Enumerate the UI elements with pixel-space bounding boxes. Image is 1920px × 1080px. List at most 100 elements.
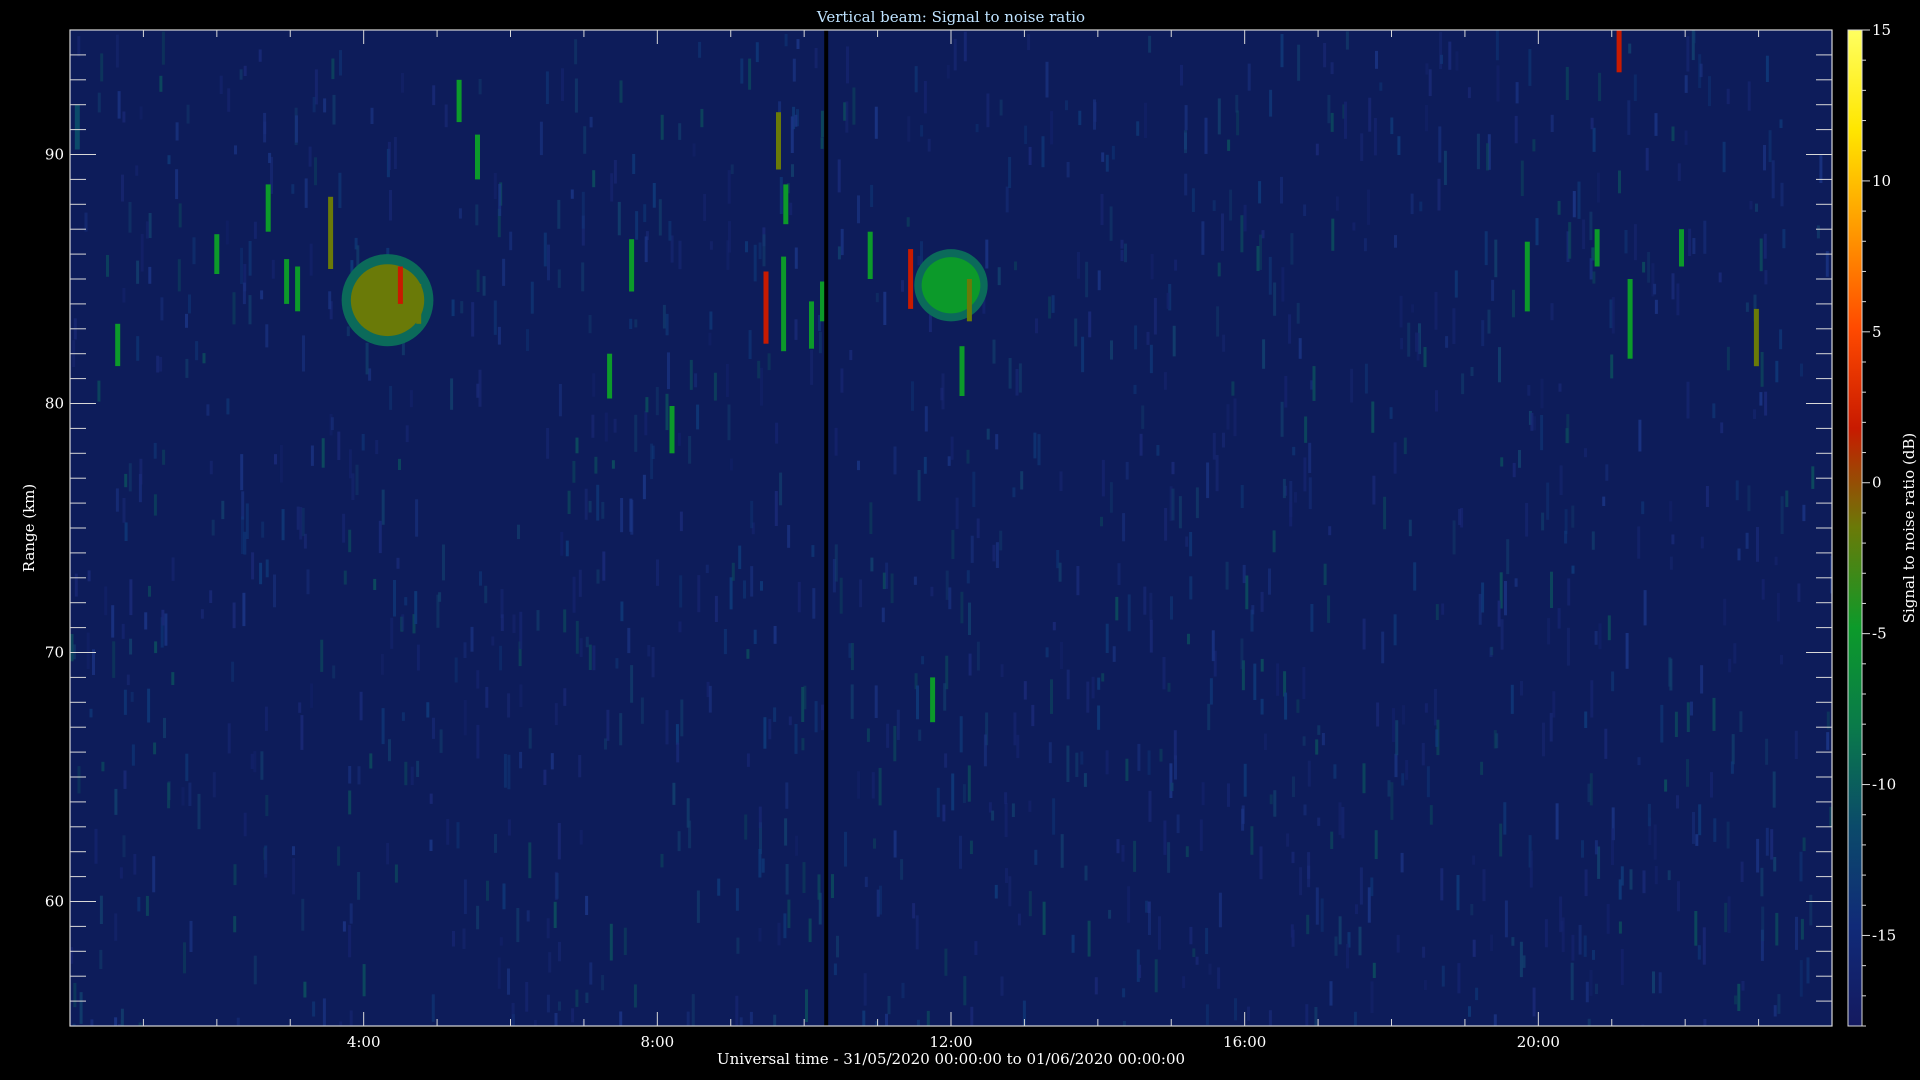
noise-cell	[758, 242, 762, 260]
noise-cell	[154, 641, 158, 654]
noise-cell	[758, 806, 762, 828]
noise-cell	[1345, 31, 1349, 50]
noise-cell	[1303, 204, 1307, 216]
noise-cell	[1051, 295, 1055, 313]
noise-cell	[546, 994, 550, 1013]
noise-cell	[122, 498, 126, 523]
noise-cell	[917, 255, 921, 266]
noise-cell	[696, 404, 700, 430]
noise-cell	[679, 511, 683, 532]
noise-cell	[700, 108, 704, 128]
noise-cell	[1370, 877, 1374, 897]
noise-cell	[265, 559, 269, 578]
noise-cell	[558, 941, 561, 962]
noise-cell	[1504, 581, 1507, 616]
noise-cell	[243, 812, 247, 837]
noise-cell	[162, 449, 166, 465]
noise-cell	[1552, 691, 1556, 718]
noise-cell	[389, 386, 393, 410]
data-gap-line	[824, 30, 829, 1026]
noise-cell	[668, 221, 672, 241]
noise-cell	[1407, 322, 1411, 357]
noise-cell	[1035, 318, 1038, 334]
noise-cell	[1286, 833, 1290, 847]
noise-cell	[1184, 173, 1188, 196]
noise-cell	[810, 349, 814, 385]
noise-cell	[1024, 125, 1028, 145]
noise-cell	[1022, 1000, 1026, 1026]
noise-cell	[1004, 792, 1008, 804]
noise-cell	[1770, 829, 1774, 860]
noise-cell	[1222, 432, 1225, 448]
noise-cell	[1643, 590, 1647, 626]
noise-cell	[365, 342, 369, 375]
noise-cell	[1122, 1021, 1126, 1026]
noise-cell	[148, 266, 152, 284]
echo-streak	[214, 234, 220, 274]
noise-cell	[308, 146, 312, 167]
noise-cell	[1212, 200, 1216, 211]
noise-cell	[161, 31, 165, 65]
noise-cell	[871, 772, 875, 799]
noise-cell	[1525, 503, 1529, 537]
noise-cell	[785, 864, 789, 895]
noise-cell	[1124, 243, 1127, 263]
noise-cell	[1018, 363, 1022, 393]
noise-cell	[302, 335, 305, 372]
noise-cell	[575, 989, 579, 1007]
noise-cell	[640, 697, 644, 724]
noise-cell	[1435, 604, 1439, 620]
noise-cell	[1606, 904, 1610, 934]
noise-cell	[1260, 698, 1264, 715]
noise-cell	[1109, 206, 1113, 241]
noise-cell	[1571, 505, 1575, 528]
noise-cell	[1144, 102, 1147, 138]
noise-cell	[273, 574, 276, 608]
noise-cell	[1620, 948, 1624, 986]
noise-cell	[1671, 126, 1675, 142]
noise-cell	[1550, 571, 1553, 608]
noise-cell	[426, 702, 430, 718]
noise-cell	[1008, 157, 1012, 188]
noise-cell	[1374, 830, 1378, 860]
noise-cell	[997, 267, 1001, 286]
noise-cell	[970, 535, 974, 563]
noise-cell	[1456, 875, 1460, 911]
noise-cell	[240, 247, 244, 285]
noise-cell	[185, 358, 189, 378]
noise-cell	[1708, 76, 1711, 107]
noise-cell	[1799, 960, 1803, 997]
noise-cell	[1170, 596, 1173, 620]
noise-cell	[1074, 318, 1078, 347]
noise-cell	[409, 390, 413, 408]
noise-cell	[1589, 970, 1593, 996]
noise-cell	[1189, 576, 1193, 600]
noise-cell	[1016, 734, 1020, 759]
noise-cell	[1594, 631, 1598, 645]
noise-cell	[714, 595, 718, 622]
noise-cell	[1776, 593, 1780, 622]
noise-cell	[343, 570, 347, 585]
noise-cell	[1258, 181, 1262, 204]
noise-cell	[240, 454, 244, 491]
echo-patch	[350, 264, 425, 337]
noise-cell	[312, 97, 316, 113]
noise-cell	[1229, 189, 1233, 221]
noise-cell	[99, 895, 103, 924]
noise-cell	[233, 916, 237, 933]
noise-cell	[632, 154, 636, 174]
y-tick-label: 60	[45, 893, 64, 911]
noise-cell	[106, 255, 109, 277]
noise-cell	[1570, 962, 1574, 1001]
x-tick-label: 16:00	[1223, 1033, 1266, 1051]
noise-cell	[1221, 213, 1224, 251]
noise-cell	[1737, 548, 1741, 561]
noise-cell	[332, 665, 336, 679]
noise-cell	[338, 172, 342, 208]
noise-cell	[1759, 392, 1763, 406]
noise-cell	[620, 498, 624, 533]
noise-cell	[1611, 671, 1615, 692]
noise-cell	[1101, 673, 1105, 682]
noise-cell	[596, 484, 600, 521]
noise-cell	[1034, 849, 1038, 865]
